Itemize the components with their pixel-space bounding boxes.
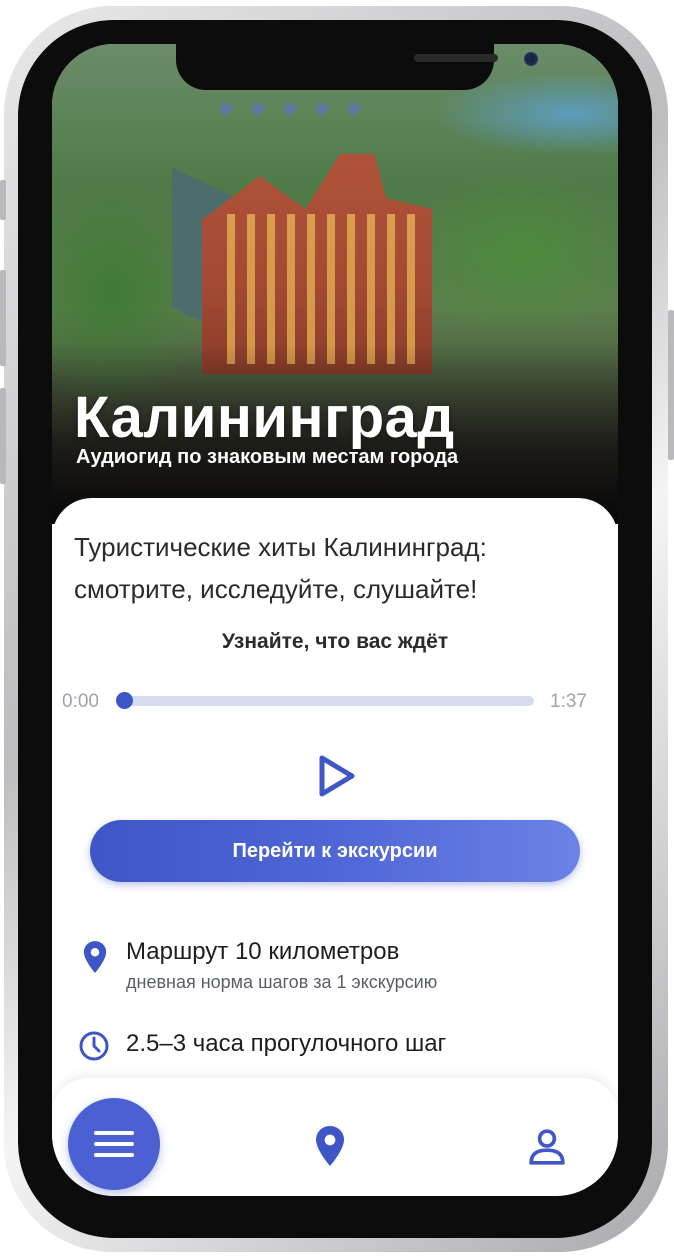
city-title: Калининград	[74, 385, 455, 450]
current-time: 0:00	[62, 691, 99, 712]
volume-down-button	[0, 388, 6, 484]
audio-progress-knob[interactable]	[116, 692, 133, 709]
promo-label: Узнайте, что вас ждёт	[221, 630, 449, 653]
play-icon[interactable]	[316, 754, 356, 798]
carousel-dots	[220, 102, 400, 116]
city-subtitle: Аудиогид по знаковым местам города	[76, 446, 459, 468]
route-info: Маршрут 10 километров дневная норма шаго…	[78, 938, 598, 1008]
route-subtitle: дневная норма шагов за 1 экскурсию	[126, 972, 438, 992]
speaker-grille	[414, 54, 498, 62]
route-title: Маршрут 10 километров	[126, 938, 400, 965]
carousel-dot[interactable]	[220, 103, 232, 115]
map-pin-icon[interactable]	[314, 1124, 346, 1168]
cathedral-windows	[227, 214, 417, 364]
map-pin-icon	[83, 941, 107, 973]
audio-progress-track[interactable]	[124, 696, 534, 706]
duration-text: 2.5–3 часа прогулочного шаг	[126, 1030, 447, 1057]
menu-icon	[94, 1131, 134, 1157]
duration-time: 1:37	[550, 691, 587, 712]
carousel-dot[interactable]	[316, 103, 328, 115]
silent-switch	[0, 180, 6, 220]
menu-button[interactable]	[68, 1098, 160, 1190]
user-icon[interactable]	[528, 1128, 566, 1166]
front-camera	[524, 52, 538, 66]
start-tour-button[interactable]: Перейти к экскурсии	[90, 820, 580, 882]
clock-icon	[79, 1031, 109, 1061]
power-button	[668, 310, 674, 460]
carousel-dot[interactable]	[252, 103, 264, 115]
carousel-dot[interactable]	[284, 103, 296, 115]
app-screen: Калининград Аудиогид по знаковым местам …	[52, 44, 618, 1196]
duration-info: 2.5–3 часа прогулочного шаг	[78, 1028, 598, 1068]
carousel-dot[interactable]	[348, 103, 360, 115]
phone-notch	[176, 44, 538, 90]
bottom-nav	[52, 1078, 618, 1196]
intro-text: Туристические хиты Калининград: смотрите…	[74, 532, 487, 604]
content-card: Туристические хиты Калининград: смотрите…	[52, 498, 618, 1138]
volume-up-button	[0, 270, 6, 366]
